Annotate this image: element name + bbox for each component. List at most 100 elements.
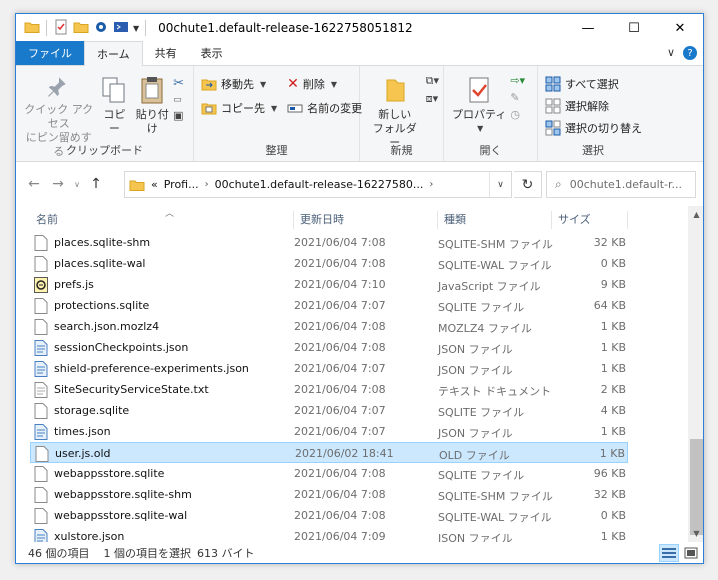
file-name: protections.sqlite [54, 299, 150, 312]
column-headers: 名前 ︿ 更新日時 種類 サイズ [16, 208, 688, 230]
file-date: 2021/06/04 7:08 [294, 257, 386, 270]
refresh-button[interactable]: ↻ [514, 171, 542, 198]
back-button[interactable]: ← [22, 172, 46, 196]
file-row[interactable]: user.js.old 2021/06/02 18:41 OLD ファイル 1 KB [30, 442, 628, 463]
gear-icon[interactable] [93, 19, 109, 38]
quick-access-toolbar: ▼ [16, 19, 148, 38]
move-to-button[interactable]: 移動先 ▼ [198, 74, 280, 94]
file-size: 1 KB [600, 341, 626, 354]
address-dropdown-button[interactable]: ∨ [489, 172, 511, 197]
file-row[interactable]: search.json.mozlz4 2021/06/04 7:08 MOZLZ4 … [30, 316, 628, 337]
column-header-size[interactable]: サイズ [552, 211, 628, 229]
address-bar[interactable]: « Profi... › 00chute1.default-release-16… [124, 171, 512, 198]
file-row[interactable]: times.json 2021/06/04 7:07 JSON ファイル 1 KB [30, 421, 628, 442]
details-view-button[interactable] [659, 544, 679, 562]
window-title: 00chute1.default-release-1622758051812 [158, 21, 413, 35]
status-item-count: 46 個の項目 [28, 547, 90, 560]
history-icon[interactable]: ◷ [510, 108, 525, 121]
column-header-name[interactable]: 名前 ︿ [30, 209, 294, 229]
file-row[interactable]: places.sqlite-wal 2021/06/04 7:08 SQLITE-W… [30, 253, 628, 274]
new-item-icon[interactable]: ⧉▾ [426, 74, 439, 88]
breadcrumb-current[interactable]: 00chute1.default-release-16227580... [215, 178, 424, 191]
file-row[interactable]: sessionCheckpoints.json 2021/06/04 7:08 JS… [30, 337, 628, 358]
file-name: webappsstore.sqlite [54, 467, 165, 480]
file-row[interactable]: webappsstore.sqlite-shm 2021/06/04 7:08 SQ… [30, 484, 628, 505]
tab-home[interactable]: ホーム [84, 41, 143, 66]
chevron-down-icon[interactable]: ▼ [133, 24, 139, 33]
large-icons-view-button[interactable] [681, 544, 701, 562]
invert-selection-button[interactable]: 選択の切り替え [542, 118, 645, 138]
new-folder-icon [386, 79, 405, 102]
minimize-button[interactable]: — [565, 14, 611, 42]
scrollbar-thumb[interactable] [690, 439, 703, 535]
chevron-right-icon[interactable]: › [205, 179, 209, 190]
file-row[interactable]: protections.sqlite 2021/06/04 7:07 SQLITE … [30, 295, 628, 316]
up-button[interactable]: ↑ [84, 172, 108, 196]
delete-button[interactable]: ✕ 削除 ▼ [284, 74, 365, 94]
paste-icon [141, 77, 163, 104]
powershell-icon[interactable] [113, 19, 129, 38]
file-row[interactable]: prefs.js 2021/06/04 7:10 JavaScript ファイル 9 … [30, 274, 628, 295]
scroll-up-button[interactable]: ▲ [688, 206, 703, 223]
help-icon[interactable]: ? [683, 46, 697, 60]
file-list: 名前 ︿ 更新日時 種類 サイズ places.sqlite-shm 2021/0… [16, 206, 703, 545]
column-name-label: 名前 [36, 213, 58, 226]
select-none-button[interactable]: 選択解除 [542, 96, 645, 116]
breadcrumb-profiles[interactable]: Profi... [164, 178, 199, 191]
divider [46, 20, 47, 36]
invert-selection-icon [545, 120, 561, 136]
chevron-right-icon[interactable]: › [429, 179, 433, 190]
tab-view[interactable]: 表示 [189, 41, 235, 65]
close-button[interactable]: ✕ [657, 14, 703, 42]
file-size: 1 KB [599, 447, 625, 460]
file-row[interactable]: SiteSecurityServiceState.txt 2021/06/04 7… [30, 379, 628, 400]
copy-path-icon[interactable]: ▭ [173, 95, 189, 105]
edit-icon[interactable]: ✎ [510, 91, 525, 104]
file-row[interactable]: shield-preference-experiments.json 2021/0… [30, 358, 628, 379]
file-size: 32 KB [593, 236, 626, 249]
file-name: shield-preference-experiments.json [54, 362, 249, 375]
file-icon [34, 466, 48, 482]
file-row[interactable]: places.sqlite-shm 2021/06/04 7:08 SQLITE-S… [30, 232, 628, 253]
new-folder-quick-icon[interactable] [73, 19, 89, 38]
group-label-organize: 整理 [265, 144, 288, 157]
easy-access-icon[interactable]: ⧈▾ [426, 92, 439, 106]
breadcrumb-overflow[interactable]: « [151, 178, 158, 191]
file-type: SQLITE-SHM ファイル [438, 238, 553, 251]
file-date: 2021/06/04 7:08 [294, 509, 386, 522]
search-box[interactable]: ⌕ 00chute1.default-r... [546, 171, 696, 198]
column-header-date[interactable]: 更新日時 [294, 211, 438, 229]
open-icon[interactable]: ⇨▾ [510, 74, 525, 87]
maximize-button[interactable]: ☐ [611, 14, 657, 42]
rename-button[interactable]: 名前の変更 [284, 98, 365, 118]
forward-button[interactable]: → [46, 172, 70, 196]
column-header-type[interactable]: 種類 [438, 211, 552, 229]
copy-to-button[interactable]: コピー先 ▼ [198, 98, 280, 118]
tab-share[interactable]: 共有 [143, 41, 189, 65]
rename-label: 名前の変更 [307, 102, 363, 115]
file-icon [34, 403, 48, 419]
file-size: 0 KB [600, 257, 626, 270]
recent-locations-button[interactable]: ∨ [70, 172, 84, 196]
file-date: 2021/06/04 7:08 [294, 236, 386, 249]
collapse-ribbon-icon[interactable]: ∨ [667, 46, 675, 60]
vertical-scrollbar[interactable]: ▲ ▼ [688, 206, 703, 542]
file-icon [34, 235, 48, 251]
select-all-button[interactable]: すべて選択 [542, 74, 645, 94]
scroll-down-button[interactable]: ▼ [688, 525, 703, 542]
file-size: 1 KB [600, 425, 626, 438]
cut-icon[interactable]: ✂ [173, 76, 189, 91]
file-row[interactable]: webappsstore.sqlite 2021/06/04 7:08 SQLITE… [30, 463, 628, 484]
file-type: JSON ファイル [438, 427, 513, 440]
json-icon [34, 340, 48, 356]
folder-icon [24, 19, 40, 38]
properties-quick-icon[interactable] [53, 19, 69, 38]
file-row[interactable]: storage.sqlite 2021/06/04 7:07 SQLITE ファイル… [30, 400, 628, 421]
file-row[interactable]: webappsstore.sqlite-wal 2021/06/04 7:08 SQ… [30, 505, 628, 526]
copy-to-icon [201, 103, 217, 115]
group-organize: 移動先 ▼ コピー先 ▼ ✕ 削除 ▼ 名前の変更 整理 [194, 66, 362, 161]
paste-shortcut-icon[interactable]: ▣ [173, 109, 189, 122]
tab-file[interactable]: ファイル [16, 41, 84, 65]
file-date: 2021/06/04 7:07 [294, 299, 386, 312]
ribbon-controls: ∨ ? [667, 46, 697, 60]
